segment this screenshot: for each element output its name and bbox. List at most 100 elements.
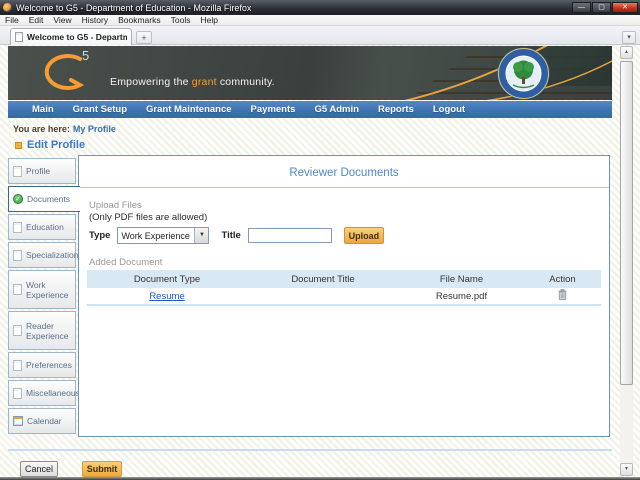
sidebar-item-label: Preferences — [26, 360, 72, 370]
nav-logout[interactable]: Logout — [433, 104, 465, 115]
maximize-button[interactable]: ▢ — [592, 2, 611, 13]
panel-title: Reviewer Documents — [289, 167, 399, 179]
submit-button[interactable]: Submit — [82, 461, 122, 477]
menu-view[interactable]: View — [48, 15, 76, 25]
delete-document-button[interactable] — [558, 289, 567, 300]
nav-reports[interactable]: Reports — [378, 104, 414, 115]
breadcrumb-prefix: You are here: — [13, 124, 70, 134]
calendar-icon — [13, 416, 23, 426]
added-documents-table: Document Type Document Title File Name A… — [87, 270, 601, 306]
menu-file[interactable]: File — [0, 15, 24, 25]
chevron-down-icon[interactable]: ▼ — [194, 228, 209, 243]
reviewer-documents-panel: Reviewer Documents Upload Files (Only PD… — [78, 155, 610, 437]
sidebar-item-label: Miscellaneous — [26, 388, 80, 398]
document-title-input[interactable] — [247, 228, 332, 243]
upload-files-label: Upload Files — [89, 200, 142, 211]
menu-history[interactable]: History — [77, 15, 113, 25]
page-content: 5 Empowering the grant community. Main G… — [0, 45, 640, 477]
cancel-button[interactable]: Cancel — [20, 461, 58, 477]
title-label: Title — [221, 230, 241, 241]
tab-title: Welcome to G5 - Department of Edu... — [27, 32, 127, 42]
table-row: Resume Resume.pdf — [87, 288, 601, 306]
scroll-down-button[interactable]: ▼ — [620, 463, 633, 476]
menu-bar: File Edit View History Bookmarks Tools H… — [0, 15, 640, 26]
nav-g5-admin[interactable]: G5 Admin — [314, 104, 359, 115]
nav-main[interactable]: Main — [32, 104, 54, 115]
vertical-scrollbar[interactable]: ▲ ▼ — [620, 46, 633, 476]
added-document-label: Added Document — [89, 257, 163, 268]
col-document-title: Document Title — [291, 273, 355, 285]
browser-window: Welcome to G5 - Department of Education … — [0, 0, 640, 480]
scroll-up-button[interactable]: ▲ — [620, 46, 633, 59]
scrollbar-thumb[interactable] — [620, 61, 633, 385]
col-document-type: Document Type — [133, 273, 201, 285]
sidebar-item-label: Specialization — [26, 250, 79, 260]
bottom-divider — [8, 449, 612, 451]
col-action: Action — [549, 273, 576, 285]
tagline-prefix: Empowering the — [110, 76, 192, 88]
sidebar-item-label: Calendar — [27, 416, 62, 426]
tab-list-button[interactable]: ▾ — [622, 31, 636, 44]
green-check-icon: ✓ — [13, 194, 23, 204]
document-type-select[interactable]: Work Experience ▼ — [117, 227, 210, 244]
minimize-button[interactable]: — — [572, 2, 591, 13]
sidebar-item-education[interactable]: Education — [8, 214, 76, 240]
sidebar-item-calendar[interactable]: Calendar — [8, 408, 76, 434]
file-name-cell: Resume.pdf — [435, 290, 488, 302]
banner-tagline: Empowering the grant community. — [110, 76, 275, 88]
tagline-highlight: grant — [191, 76, 217, 88]
sidebar-item-preferences[interactable]: Preferences — [8, 352, 76, 378]
divider — [79, 187, 609, 188]
trash-icon — [558, 289, 567, 300]
nav-grant-maintenance[interactable]: Grant Maintenance — [146, 104, 232, 115]
document-type-link[interactable]: Resume — [149, 291, 184, 302]
profile-sidebar: Profile ✓ Documents Education Specializa… — [8, 158, 80, 436]
sidebar-item-work-experience[interactable]: Work Experience — [8, 270, 76, 309]
g5-logo: 5 — [36, 48, 98, 100]
menu-help[interactable]: Help — [195, 15, 222, 25]
type-label: Type — [89, 230, 111, 241]
form-actions: Cancel Submit — [20, 461, 122, 477]
sidebar-item-documents[interactable]: ✓ Documents — [8, 186, 80, 212]
browser-tab[interactable]: Welcome to G5 - Department of Edu... — [10, 28, 132, 45]
upload-form-row: Type Work Experience ▼ Title Upload — [89, 227, 384, 244]
breadcrumb: You are here: My Profile — [13, 124, 116, 134]
pdf-only-note: (Only PDF files are allowed) — [89, 212, 208, 223]
sidebar-item-label: Work Experience — [26, 279, 69, 300]
nav-grant-setup[interactable]: Grant Setup — [73, 104, 127, 115]
tab-bar: Welcome to G5 - Department of Edu... + ▾ — [0, 26, 640, 45]
document-icon — [13, 325, 22, 336]
document-icon — [13, 165, 22, 177]
menu-bookmarks[interactable]: Bookmarks — [113, 15, 166, 25]
nav-payments[interactable]: Payments — [251, 104, 296, 115]
page-icon — [15, 32, 23, 42]
document-icon — [13, 284, 22, 295]
sidebar-item-label: Profile — [26, 166, 51, 176]
sidebar-item-miscellaneous[interactable]: Miscellaneous — [8, 380, 80, 406]
sidebar-item-label: Reader Experience — [26, 320, 69, 341]
main-navigation: Main Grant Setup Grant Maintenance Payme… — [8, 101, 612, 118]
upload-button[interactable]: Upload — [343, 227, 384, 244]
page-title: Edit Profile — [15, 139, 85, 151]
document-icon — [13, 221, 22, 233]
sidebar-item-label: Education — [26, 222, 64, 232]
close-button[interactable]: ✕ — [612, 2, 638, 13]
window-title: Welcome to G5 - Department of Education … — [16, 2, 252, 13]
sidebar-item-reader-experience[interactable]: Reader Experience — [8, 311, 76, 350]
new-tab-button[interactable]: + — [136, 31, 152, 44]
document-icon — [13, 387, 22, 399]
menu-tools[interactable]: Tools — [166, 15, 196, 25]
sidebar-item-label: Documents — [27, 194, 70, 204]
sidebar-item-specialization[interactable]: Specialization — [8, 242, 79, 268]
bullet-square-icon — [15, 141, 22, 149]
selected-type-value: Work Experience — [121, 230, 190, 241]
breadcrumb-my-profile-link[interactable]: My Profile — [73, 124, 116, 134]
table-header-row: Document Type Document Title File Name A… — [87, 270, 601, 288]
window-controls: — ▢ ✕ — [571, 2, 638, 13]
menu-edit[interactable]: Edit — [24, 15, 49, 25]
department-of-education-seal — [497, 47, 550, 100]
sidebar-item-profile[interactable]: Profile — [8, 158, 76, 184]
tagline-suffix: community. — [216, 76, 275, 88]
firefox-icon — [3, 3, 12, 12]
document-icon — [13, 249, 22, 261]
